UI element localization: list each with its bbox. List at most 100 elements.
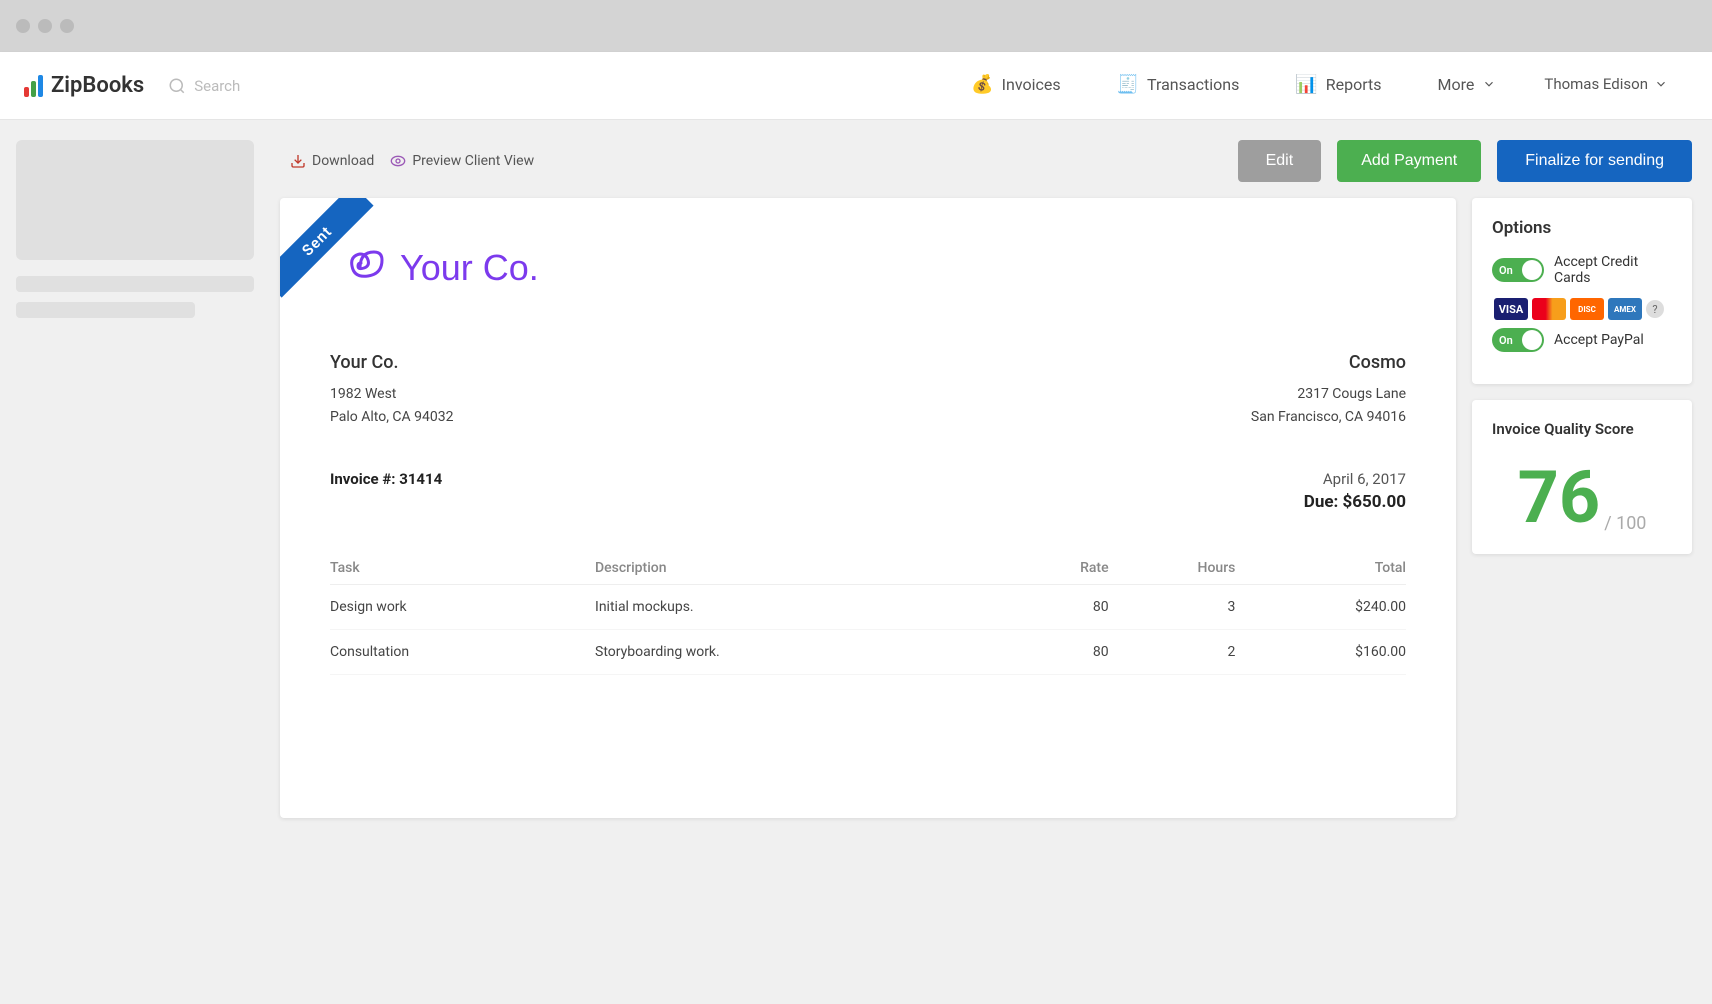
preview-link[interactable]: Preview Client View bbox=[390, 153, 534, 169]
sender-address-2: Palo Alto, CA 94032 bbox=[330, 406, 453, 430]
cell-rate-1: 80 bbox=[1013, 630, 1109, 675]
col-description: Description bbox=[595, 552, 1013, 585]
cell-task-1: Consultation bbox=[330, 630, 595, 675]
nav-transactions-label: Transactions bbox=[1147, 75, 1239, 94]
nav-user-name: Thomas Edison bbox=[1544, 75, 1648, 93]
quality-score-value: 76 bbox=[1518, 462, 1601, 534]
invoice-date: April 6, 2017 bbox=[1304, 470, 1406, 488]
sidebar-line-1 bbox=[16, 276, 254, 292]
toggle-on-label-cc: On bbox=[1494, 264, 1513, 277]
invoice-number-value: 31414 bbox=[399, 470, 442, 488]
recipient-address: Cosmo 2317 Cougs Lane San Francisco, CA … bbox=[1251, 348, 1406, 430]
table-row: Consultation Storyboarding work. 80 2 $1… bbox=[330, 630, 1406, 675]
reports-icon: 📊 bbox=[1295, 74, 1317, 95]
eye-icon bbox=[390, 153, 406, 169]
recipient-address-1: 2317 Cougs Lane bbox=[1251, 383, 1406, 407]
nav-more-label: More bbox=[1438, 75, 1475, 94]
logo-text: ZipBooks bbox=[51, 73, 144, 98]
company-logo-text: Your Co. bbox=[400, 247, 539, 289]
invoice-addresses: Your Co. 1982 West Palo Alto, CA 94032 C… bbox=[330, 348, 1406, 430]
mastercard-icon bbox=[1532, 298, 1566, 320]
quality-title: Invoice Quality Score bbox=[1492, 420, 1672, 438]
options-title: Options bbox=[1492, 218, 1672, 238]
nav-user[interactable]: Thomas Edison bbox=[1524, 52, 1688, 120]
traffic-light-maximize[interactable] bbox=[60, 19, 74, 33]
traffic-light-close[interactable] bbox=[16, 19, 30, 33]
sidebar-line-2 bbox=[16, 302, 195, 318]
logo-bar-blue bbox=[38, 75, 43, 97]
invoice-due-amount: $650.00 bbox=[1343, 492, 1406, 512]
options-card: Options On Accept Credit Cards VISA DISC… bbox=[1472, 198, 1692, 384]
quality-score-row: 76 / 100 bbox=[1492, 462, 1672, 534]
recipient-name: Cosmo bbox=[1251, 348, 1406, 379]
invoice-logo: Your Co. bbox=[330, 238, 1406, 298]
paypal-row: On Accept PayPal bbox=[1492, 328, 1672, 352]
col-total: Total bbox=[1235, 552, 1406, 585]
credit-cards-row: On Accept Credit Cards bbox=[1492, 254, 1672, 286]
download-icon bbox=[290, 153, 306, 169]
accept-credit-cards-toggle[interactable]: On bbox=[1492, 258, 1544, 282]
cell-hours-0: 3 bbox=[1109, 585, 1236, 630]
accept-credit-cards-label: Accept Credit Cards bbox=[1554, 254, 1672, 286]
search-area[interactable]: Search bbox=[168, 77, 240, 95]
col-task: Task bbox=[330, 552, 595, 585]
add-payment-button[interactable]: Add Payment bbox=[1337, 140, 1481, 182]
col-hours: Hours bbox=[1109, 552, 1236, 585]
amex-icon: AMEX bbox=[1608, 298, 1642, 320]
logo[interactable]: ZipBooks bbox=[24, 73, 144, 98]
preview-label: Preview Client View bbox=[412, 153, 534, 169]
accept-paypal-toggle[interactable]: On bbox=[1492, 328, 1544, 352]
nav-invoices[interactable]: 💰 Invoices bbox=[943, 52, 1088, 120]
invoice-number-label: Invoice #: bbox=[330, 470, 395, 488]
search-icon bbox=[168, 77, 186, 95]
sender-name: Your Co. bbox=[330, 348, 453, 379]
nav-reports-label: Reports bbox=[1326, 75, 1382, 94]
nav-more[interactable]: More bbox=[1410, 52, 1525, 120]
sender-address-1: 1982 West bbox=[330, 383, 453, 407]
invoice-number: Invoice #: 31414 bbox=[330, 470, 442, 488]
toggle-knob-pp bbox=[1522, 330, 1542, 350]
invoice-meta: Invoice #: 31414 April 6, 2017 Due: $650… bbox=[330, 470, 1406, 512]
download-label: Download bbox=[312, 153, 374, 169]
invoice-due-label: Due: bbox=[1304, 492, 1339, 512]
cell-total-1: $160.00 bbox=[1235, 630, 1406, 675]
invoice-table: Task Description Rate Hours Total Design… bbox=[330, 552, 1406, 675]
traffic-light-minimize[interactable] bbox=[38, 19, 52, 33]
visa-icon: VISA bbox=[1494, 298, 1528, 320]
spiral-icon bbox=[330, 238, 390, 298]
cell-hours-1: 2 bbox=[1109, 630, 1236, 675]
logo-bar-green bbox=[31, 81, 36, 97]
chevron-down-icon bbox=[1482, 77, 1496, 91]
transactions-icon: 🧾 bbox=[1117, 74, 1139, 95]
nav-transactions[interactable]: 🧾 Transactions bbox=[1089, 52, 1268, 120]
invoice-due: Due: $650.00 bbox=[1304, 492, 1406, 512]
download-link[interactable]: Download bbox=[290, 153, 374, 169]
quality-out-of: / 100 bbox=[1604, 513, 1646, 534]
edit-button[interactable]: Edit bbox=[1238, 140, 1322, 182]
recipient-address-2: San Francisco, CA 94016 bbox=[1251, 406, 1406, 430]
quality-card: Invoice Quality Score 76 / 100 bbox=[1472, 400, 1692, 554]
card-help-icon[interactable]: ? bbox=[1646, 300, 1664, 318]
invoice-card: Sent Your Co. Your Co. 1982 West Palo A bbox=[280, 198, 1456, 818]
right-panel: Options On Accept Credit Cards VISA DISC… bbox=[1472, 198, 1692, 818]
search-placeholder: Search bbox=[194, 77, 240, 95]
nav-reports[interactable]: 📊 Reports bbox=[1267, 52, 1409, 120]
invoice-date-block: April 6, 2017 Due: $650.00 bbox=[1304, 470, 1406, 512]
sender-address: Your Co. 1982 West Palo Alto, CA 94032 bbox=[330, 348, 453, 430]
sidebar-image bbox=[16, 140, 254, 260]
finalize-button[interactable]: Finalize for sending bbox=[1497, 140, 1692, 182]
discover-icon: DISC bbox=[1570, 298, 1604, 320]
sidebar bbox=[0, 120, 270, 1004]
accept-paypal-label: Accept PayPal bbox=[1554, 332, 1644, 348]
nav-invoices-label: Invoices bbox=[1002, 75, 1061, 94]
content-area: Download Preview Client View Edit Add Pa… bbox=[270, 120, 1712, 1004]
logo-bar-red bbox=[24, 87, 29, 97]
cell-rate-0: 80 bbox=[1013, 585, 1109, 630]
cell-task-0: Design work bbox=[330, 585, 595, 630]
cell-desc-0: Initial mockups. bbox=[595, 585, 1013, 630]
logo-bars-icon bbox=[24, 75, 43, 97]
title-bar bbox=[0, 0, 1712, 52]
user-chevron-icon bbox=[1654, 77, 1668, 91]
cell-total-0: $240.00 bbox=[1235, 585, 1406, 630]
table-row: Design work Initial mockups. 80 3 $240.0… bbox=[330, 585, 1406, 630]
